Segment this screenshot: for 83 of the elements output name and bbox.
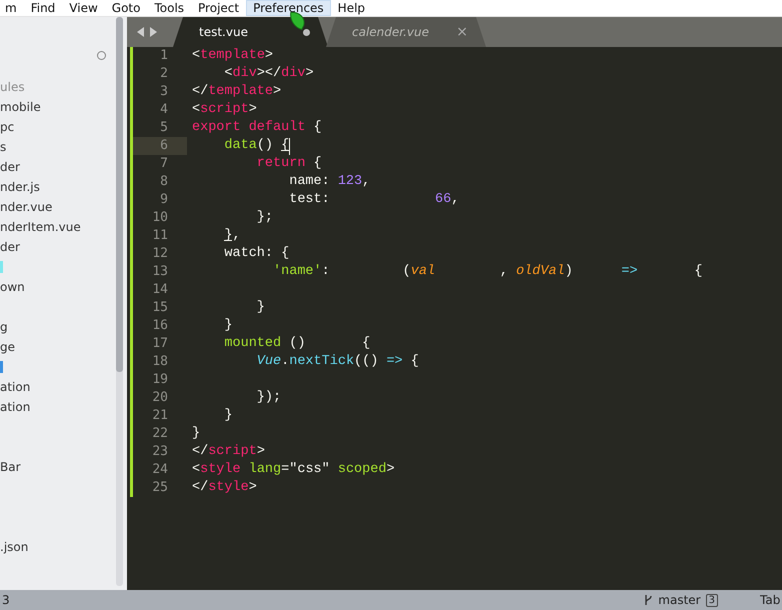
sidebar-item[interactable]: g xyxy=(0,320,8,334)
code-line: test: 66, xyxy=(288,191,460,209)
code-line: }); xyxy=(256,389,282,407)
line-number: 15 xyxy=(151,299,169,317)
code-line: <template> xyxy=(192,47,274,65)
menu-item[interactable]: m xyxy=(0,0,24,16)
sidebar-item[interactable]: nder.vue xyxy=(0,200,52,214)
line-number: 17 xyxy=(151,335,169,353)
line-number: 24 xyxy=(151,461,169,479)
sidebar-item[interactable]: pc xyxy=(0,120,14,134)
code-line: <script> xyxy=(192,101,257,119)
menu-item[interactable]: Find xyxy=(24,0,62,16)
line-number: 21 xyxy=(151,407,169,425)
line-number: 19 xyxy=(151,371,169,389)
code-line: name: 123, xyxy=(288,173,370,191)
line-number: 22 xyxy=(151,425,169,443)
sidebar-item[interactable]: der xyxy=(0,240,20,254)
line-number: 16 xyxy=(151,317,169,335)
file-tab[interactable]: calender.vue × xyxy=(326,17,486,47)
code-line: } xyxy=(256,299,265,317)
changes-count: 3 xyxy=(706,594,718,606)
line-number: 14 xyxy=(151,281,169,299)
code-line: export default { xyxy=(192,119,322,137)
sidebar-item[interactable]: own xyxy=(0,280,25,294)
sidebar-item[interactable]: ge xyxy=(0,340,15,354)
sidebar-item[interactable]: .json xyxy=(0,540,28,554)
scrollbar-thumb[interactable] xyxy=(116,17,123,372)
line-number: 3 xyxy=(159,83,169,101)
line-number: 23 xyxy=(151,443,169,461)
line-number: 11 xyxy=(151,227,169,245)
line-number: 12 xyxy=(151,245,169,263)
code-line: </style> xyxy=(192,479,257,497)
file-tab[interactable]: test.vue xyxy=(173,17,328,47)
left-arrow-icon[interactable] xyxy=(137,27,144,37)
sidebar-item[interactable]: mobile xyxy=(0,100,41,114)
branch-name[interactable]: master xyxy=(658,593,701,607)
sidebar-item[interactable]: ation xyxy=(0,380,30,394)
line-number: 7 xyxy=(159,155,169,173)
leaf-cursor-icon xyxy=(290,12,305,30)
sidebar-item[interactable]: nderItem.vue xyxy=(0,220,81,234)
sidebar-item[interactable]: nder.js xyxy=(0,180,40,194)
menu-item[interactable]: View xyxy=(62,0,105,16)
code-line: <div></div> xyxy=(223,65,314,83)
line-number: 8 xyxy=(159,173,169,191)
menu-item[interactable]: Tools xyxy=(147,0,192,16)
code-line: } xyxy=(223,317,233,335)
code-line: } xyxy=(192,425,200,443)
line-number: 10 xyxy=(151,209,169,227)
menu-item[interactable]: Goto xyxy=(104,0,148,16)
sidebar-item[interactable]: ation xyxy=(0,400,30,414)
menu-item[interactable]: Help xyxy=(330,0,372,16)
line-number: 20 xyxy=(151,389,169,407)
line-number: 2 xyxy=(159,65,169,83)
line-number: 1 xyxy=(159,47,169,65)
sidebar-item[interactable]: s xyxy=(0,140,6,154)
code-line: 'name': (val , oldVal) => { xyxy=(272,263,702,281)
code-line: mounted () { xyxy=(223,335,370,353)
right-arrow-icon[interactable] xyxy=(150,27,157,37)
circle-icon xyxy=(97,51,106,60)
branch-icon xyxy=(644,594,654,606)
line-number: 18 xyxy=(151,353,169,371)
code-line: } xyxy=(223,407,233,425)
menu-item[interactable]: Preferences xyxy=(246,0,331,16)
menu-item[interactable]: Project xyxy=(191,0,246,16)
line-number: 25 xyxy=(151,479,169,497)
code-line: watch: { xyxy=(223,245,290,263)
sidebar-item[interactable]: Bar xyxy=(0,460,21,474)
line-number: 4 xyxy=(159,101,169,119)
line-number: 6 xyxy=(133,137,187,155)
indentation-setting[interactable]: Tab xyxy=(760,593,782,607)
status-text: 3 xyxy=(2,593,10,607)
code-line: Vue.nextTick(() => { xyxy=(256,353,419,371)
code-line: </template> xyxy=(192,83,282,101)
text-cursor xyxy=(289,138,290,154)
scrollbar[interactable] xyxy=(116,17,123,586)
code-line: }; xyxy=(256,209,274,227)
line-number: 9 xyxy=(159,191,169,209)
sidebar-item[interactable]: der xyxy=(0,160,20,174)
line-number: 13 xyxy=(151,263,169,281)
code-line: </script> xyxy=(192,443,265,461)
line-number: 5 xyxy=(159,119,169,137)
code-line: <style lang="css" scoped> xyxy=(192,461,395,479)
code-line: return { xyxy=(256,155,322,173)
